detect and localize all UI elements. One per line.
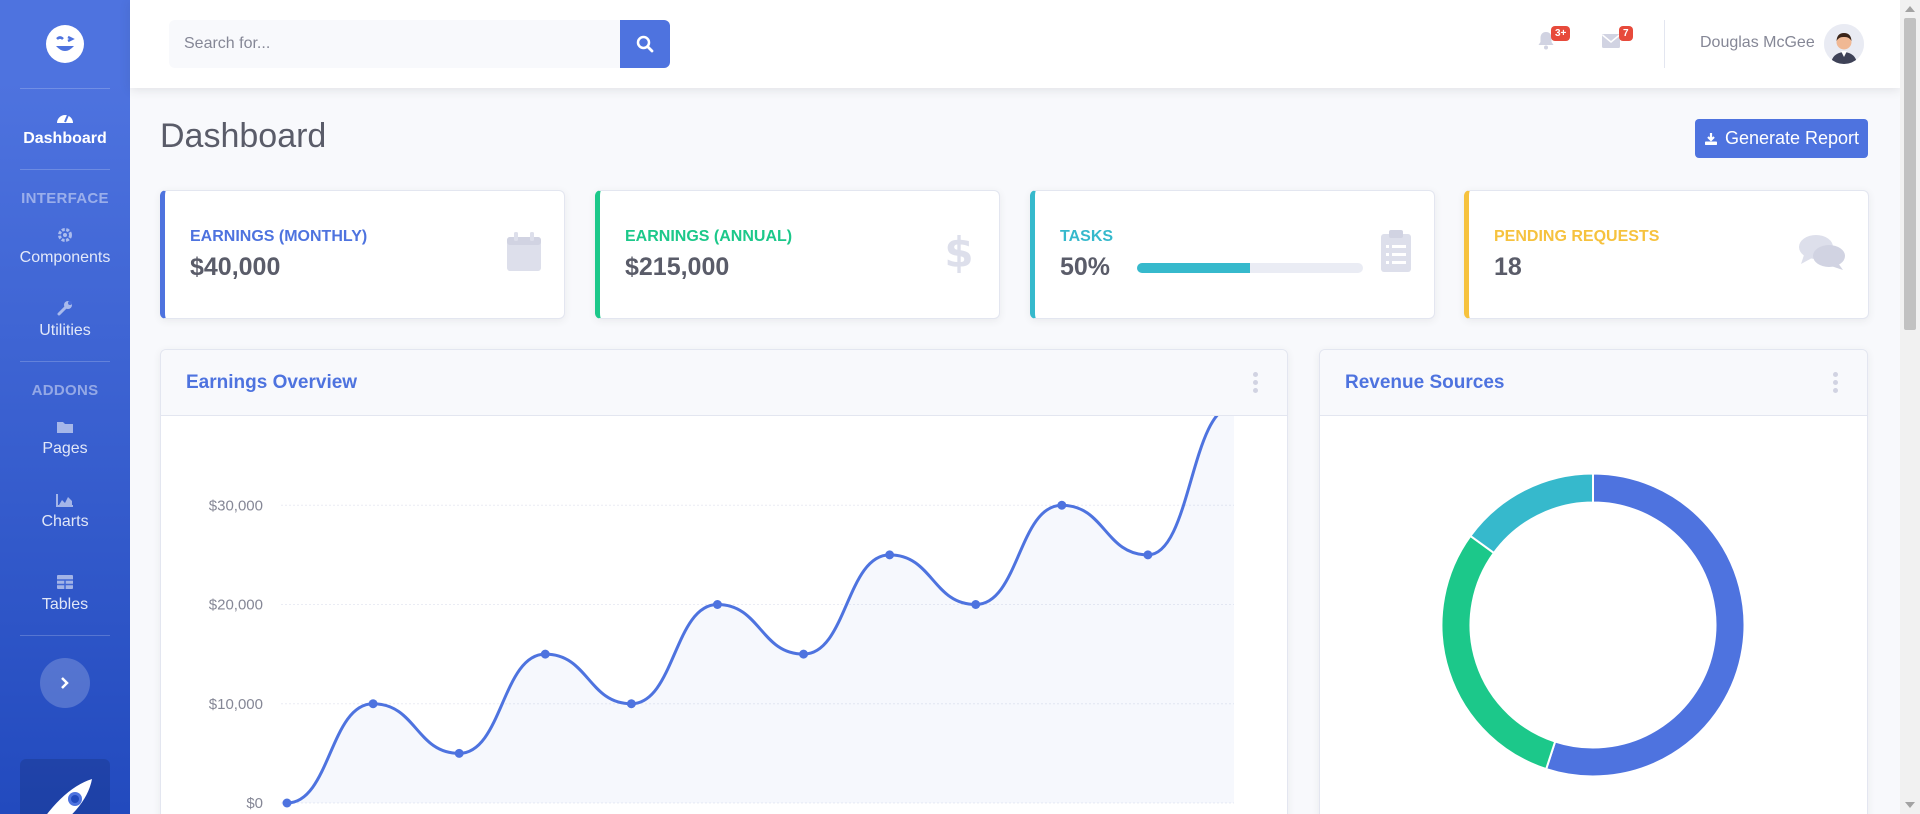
- chevron-right-icon: [61, 677, 69, 689]
- sidebar-item-dashboard[interactable]: Dashboard: [0, 89, 130, 169]
- y-tick-label: $20,000: [209, 597, 263, 614]
- sidebar-item-utilities[interactable]: Utilities: [0, 279, 130, 361]
- data-point[interactable]: [712, 600, 722, 609]
- card-title: Revenue Sources: [1345, 372, 1505, 393]
- stat-card-earnings-annual: Earnings (Annual) $215,000 $: [595, 190, 1000, 319]
- data-point[interactable]: [282, 798, 292, 808]
- stat-value: 18: [1494, 253, 1522, 281]
- search-input[interactable]: [184, 35, 620, 53]
- y-tick-label: $0: [246, 795, 263, 812]
- scroll-up-arrow[interactable]: [1905, 6, 1915, 12]
- earnings-overview-card: Earnings Overview $0 $10,000 $20,000 $30,00…: [160, 349, 1288, 814]
- revenue-donut-chart: [1440, 472, 1746, 778]
- topbar: 3+ 7 Douglas McGee: [130, 0, 1900, 88]
- data-point[interactable]: [626, 699, 636, 709]
- y-tick-label: $30,000: [209, 497, 263, 514]
- stat-value: 50%: [1060, 253, 1111, 281]
- comments-icon: [1799, 235, 1845, 270]
- stat-label: Pending Requests: [1494, 228, 1660, 245]
- data-point[interactable]: [1057, 500, 1067, 510]
- card-header: Revenue Sources: [1320, 350, 1867, 416]
- earnings-area-chart: $0$10,000$20,000$30,000$40,000: [209, 416, 1234, 812]
- stat-card-pending-requests: Pending Requests 18: [1464, 190, 1869, 319]
- stat-card-earnings-monthly: Earnings (Monthly) $40,000: [160, 190, 565, 319]
- sidebar-item-label: Components: [19, 249, 111, 266]
- sidebar-item-label: Pages: [42, 440, 88, 457]
- sidebar-item-label: Dashboard: [23, 130, 107, 147]
- clipboard-icon: [1381, 230, 1411, 272]
- tasks-progress-bar: [1137, 263, 1363, 273]
- table-icon: [57, 575, 73, 589]
- donut-slice[interactable]: [1469, 472, 1594, 555]
- sidebar-heading-interface: INTERFACE: [21, 190, 109, 207]
- rocket-icon: [47, 779, 92, 814]
- search-button[interactable]: [620, 20, 670, 68]
- data-point[interactable]: [1143, 550, 1153, 560]
- stat-card-tasks: Tasks 50%: [1030, 190, 1435, 319]
- sidebar-item-label: Charts: [41, 513, 89, 530]
- more-options-icon[interactable]: [1253, 372, 1259, 396]
- alerts-dropdown[interactable]: 3+: [1537, 26, 1571, 55]
- donut-slice[interactable]: [1440, 534, 1557, 771]
- more-options-icon[interactable]: [1833, 372, 1839, 396]
- stat-label: Earnings (Monthly): [190, 228, 368, 245]
- download-icon: [1704, 132, 1717, 145]
- sidebar-heading-addons: ADDONS: [31, 382, 99, 399]
- data-point[interactable]: [454, 748, 464, 758]
- wrench-icon: [57, 301, 72, 316]
- search-icon: [636, 35, 654, 53]
- avatar[interactable]: [1824, 24, 1864, 64]
- revenue-sources-card: Revenue Sources: [1319, 349, 1868, 814]
- generate-report-button[interactable]: Generate Report: [1695, 119, 1868, 158]
- page-scrollbar[interactable]: [1900, 0, 1920, 814]
- dollar-icon: $: [947, 229, 971, 273]
- search-box: [169, 20, 620, 68]
- chart-area-icon: [56, 494, 73, 507]
- user-name[interactable]: Douglas McGee: [1700, 34, 1815, 52]
- card-header: Earnings Overview: [161, 350, 1287, 416]
- data-point[interactable]: [971, 600, 981, 609]
- data-point[interactable]: [368, 699, 378, 709]
- stat-label: Tasks: [1060, 228, 1114, 245]
- scroll-thumb[interactable]: [1904, 18, 1916, 330]
- stat-label: Earnings (Annual): [625, 228, 793, 245]
- sidebar-promo-card: [20, 759, 110, 814]
- sidebar-divider: [20, 169, 110, 170]
- user-avatar-icon: [1824, 24, 1864, 64]
- alerts-badge: 3+: [1551, 26, 1571, 41]
- tachometer-icon: [57, 114, 73, 123]
- y-tick-label: $10,000: [209, 696, 263, 713]
- data-point[interactable]: [799, 649, 809, 659]
- sidebar-toggle-button[interactable]: [40, 658, 90, 708]
- sidebar-divider: [20, 361, 110, 362]
- sidebar-item-components[interactable]: Components: [0, 215, 130, 279]
- scroll-down-arrow[interactable]: [1905, 802, 1915, 808]
- sidebar: Dashboard INTERFACE Components Utilities…: [0, 0, 130, 814]
- brand-logo[interactable]: [0, 0, 130, 88]
- messages-badge: 7: [1619, 26, 1633, 41]
- data-point[interactable]: [540, 649, 550, 659]
- donut-slice[interactable]: [1544, 472, 1746, 778]
- sidebar-item-label: Tables: [41, 596, 89, 613]
- laugh-wink-icon: [46, 25, 84, 63]
- area-fill: [287, 416, 1234, 803]
- messages-dropdown[interactable]: 7: [1601, 26, 1633, 54]
- folder-icon: [57, 422, 73, 433]
- tasks-progress-fill: [1137, 263, 1250, 273]
- card-title: Earnings Overview: [186, 372, 358, 393]
- sidebar-item-label: Utilities: [39, 322, 91, 339]
- calendar-icon: [507, 232, 541, 271]
- envelope-icon: [1602, 34, 1620, 48]
- gear-icon: [58, 228, 72, 242]
- topbar-divider: [1664, 20, 1665, 68]
- generate-report-label: Generate Report: [1724, 128, 1860, 148]
- sidebar-item-pages[interactable]: Pages: [0, 407, 130, 471]
- sidebar-item-tables[interactable]: Tables: [0, 553, 130, 635]
- svg-text:$: $: [947, 229, 971, 273]
- stat-value: $40,000: [190, 253, 281, 281]
- stat-value: $215,000: [625, 253, 730, 281]
- data-point[interactable]: [885, 550, 895, 560]
- page-title: Dashboard: [160, 117, 327, 155]
- sidebar-item-charts[interactable]: Charts: [0, 471, 130, 553]
